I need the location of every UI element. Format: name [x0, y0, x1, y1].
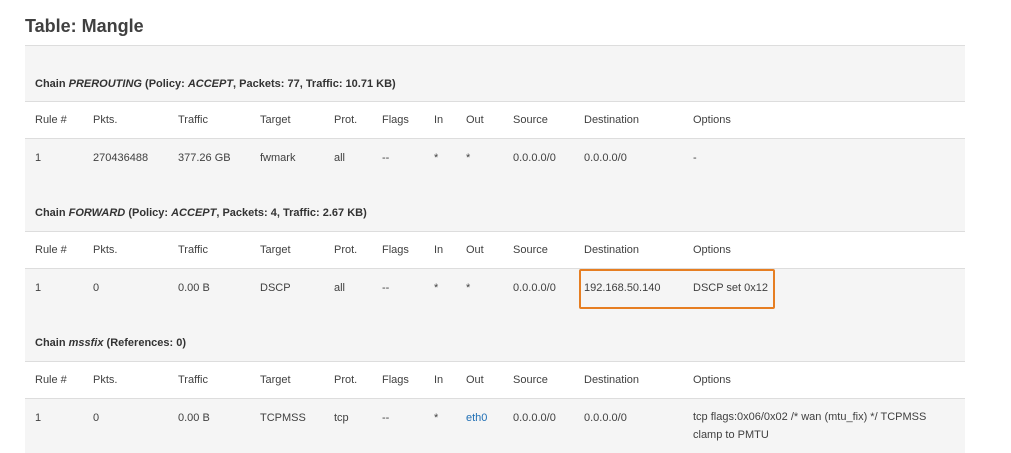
col-rule: Rule #: [35, 114, 67, 126]
col-pkts: Pkts.: [93, 114, 118, 126]
cell-target: DSCP: [260, 282, 291, 294]
table-header-row: Rule # Pkts. Traffic Target Prot. Flags …: [25, 232, 965, 269]
col-options: Options: [693, 374, 731, 386]
cell-prot: all: [334, 152, 346, 164]
cell-in: *: [434, 282, 439, 294]
col-target: Target: [260, 374, 291, 386]
chain-mssfix: Chain mssfix (References: 0) Rule # Pkts…: [25, 308, 965, 453]
chain-header: Chain PREROUTING (Policy: ACCEPT, Packet…: [25, 46, 965, 102]
cell-destination: 0.0.0.0/0: [584, 152, 627, 164]
chain-header: Chain mssfix (References: 0): [25, 308, 965, 362]
col-in: In: [434, 374, 444, 386]
table-header-row: Rule # Pkts. Traffic Target Prot. Flags …: [25, 362, 965, 399]
cell-options: tcp flags:0x06/0x02 /* wan (mtu_fix) */ …: [693, 411, 927, 441]
cell-pkts: 0: [93, 412, 100, 424]
col-destination: Destination: [584, 244, 640, 256]
col-in: In: [434, 114, 444, 126]
chain-label: Chain FORWARD (Policy: ACCEPT, Packets: …: [35, 207, 367, 219]
col-rule: Rule #: [35, 244, 67, 256]
chain-forward: Chain FORWARD (Policy: ACCEPT, Packets: …: [25, 178, 965, 308]
cell-rule: 1: [35, 282, 42, 294]
cell-pkts: 0: [93, 282, 100, 294]
cell-pkts: 270436488: [93, 152, 149, 164]
col-traffic: Traffic: [178, 244, 208, 256]
chain-header: Chain FORWARD (Policy: ACCEPT, Packets: …: [25, 178, 965, 232]
col-options: Options: [693, 114, 731, 126]
col-destination: Destination: [584, 374, 640, 386]
col-in: In: [434, 244, 444, 256]
cell-source: 0.0.0.0/0: [513, 152, 556, 164]
col-flags: Flags: [382, 374, 409, 386]
col-pkts: Pkts.: [93, 374, 118, 386]
col-source: Source: [513, 374, 548, 386]
cell-source: 0.0.0.0/0: [513, 282, 556, 294]
col-target: Target: [260, 114, 291, 126]
cell-traffic: 0.00 B: [178, 412, 210, 424]
col-options: Options: [693, 244, 731, 256]
col-prot: Prot.: [334, 374, 358, 386]
chain-label: Chain PREROUTING (Policy: ACCEPT, Packet…: [35, 78, 396, 90]
table-row: 1 270436488 377.26 GB fwmark all -- * * …: [25, 139, 965, 178]
cell-rule: 1: [35, 152, 42, 164]
cell-flags: --: [382, 412, 390, 424]
col-out: Out: [466, 374, 484, 386]
cell-flags: --: [382, 282, 390, 294]
col-out: Out: [466, 114, 484, 126]
col-destination: Destination: [584, 114, 640, 126]
page-title: Table: Mangle: [25, 16, 144, 36]
col-pkts: Pkts.: [93, 244, 118, 256]
table-row: 1 0 0.00 B DSCP all -- * * 0.0.0.0/0 192…: [25, 269, 965, 308]
col-target: Target: [260, 244, 291, 256]
col-prot: Prot.: [334, 114, 358, 126]
col-source: Source: [513, 114, 548, 126]
cell-destination: 0.0.0.0/0: [584, 412, 627, 424]
chain-label: Chain mssfix (References: 0): [35, 337, 187, 349]
cell-out: *: [466, 282, 471, 294]
cell-prot: all: [334, 282, 346, 294]
col-flags: Flags: [382, 244, 409, 256]
cell-in: *: [434, 412, 439, 424]
cell-prot: tcp: [334, 412, 349, 424]
interface-link-eth0[interactable]: eth0: [466, 412, 487, 424]
col-traffic: Traffic: [178, 374, 208, 386]
cell-options: -: [693, 152, 697, 164]
cell-in: *: [434, 152, 439, 164]
col-prot: Prot.: [334, 244, 358, 256]
cell-traffic: 0.00 B: [178, 282, 210, 294]
cell-flags: --: [382, 152, 390, 164]
table-header-row: Rule # Pkts. Traffic Target Prot. Flags …: [25, 102, 965, 139]
chain-prerouting: Chain PREROUTING (Policy: ACCEPT, Packet…: [25, 46, 965, 180]
col-out: Out: [466, 244, 484, 256]
highlight-annotation-box: [579, 269, 775, 309]
cell-traffic: 377.26 GB: [178, 152, 231, 164]
col-flags: Flags: [382, 114, 409, 126]
cell-target: TCPMSS: [260, 412, 306, 424]
cell-target: fwmark: [260, 152, 296, 164]
table-row: 1 0 0.00 B TCPMSS tcp -- * eth0 0.0.0.0/…: [25, 399, 965, 453]
cell-rule: 1: [35, 412, 42, 424]
cell-out: *: [466, 152, 471, 164]
cell-source: 0.0.0.0/0: [513, 412, 556, 424]
col-source: Source: [513, 244, 548, 256]
col-traffic: Traffic: [178, 114, 208, 126]
col-rule: Rule #: [35, 374, 67, 386]
